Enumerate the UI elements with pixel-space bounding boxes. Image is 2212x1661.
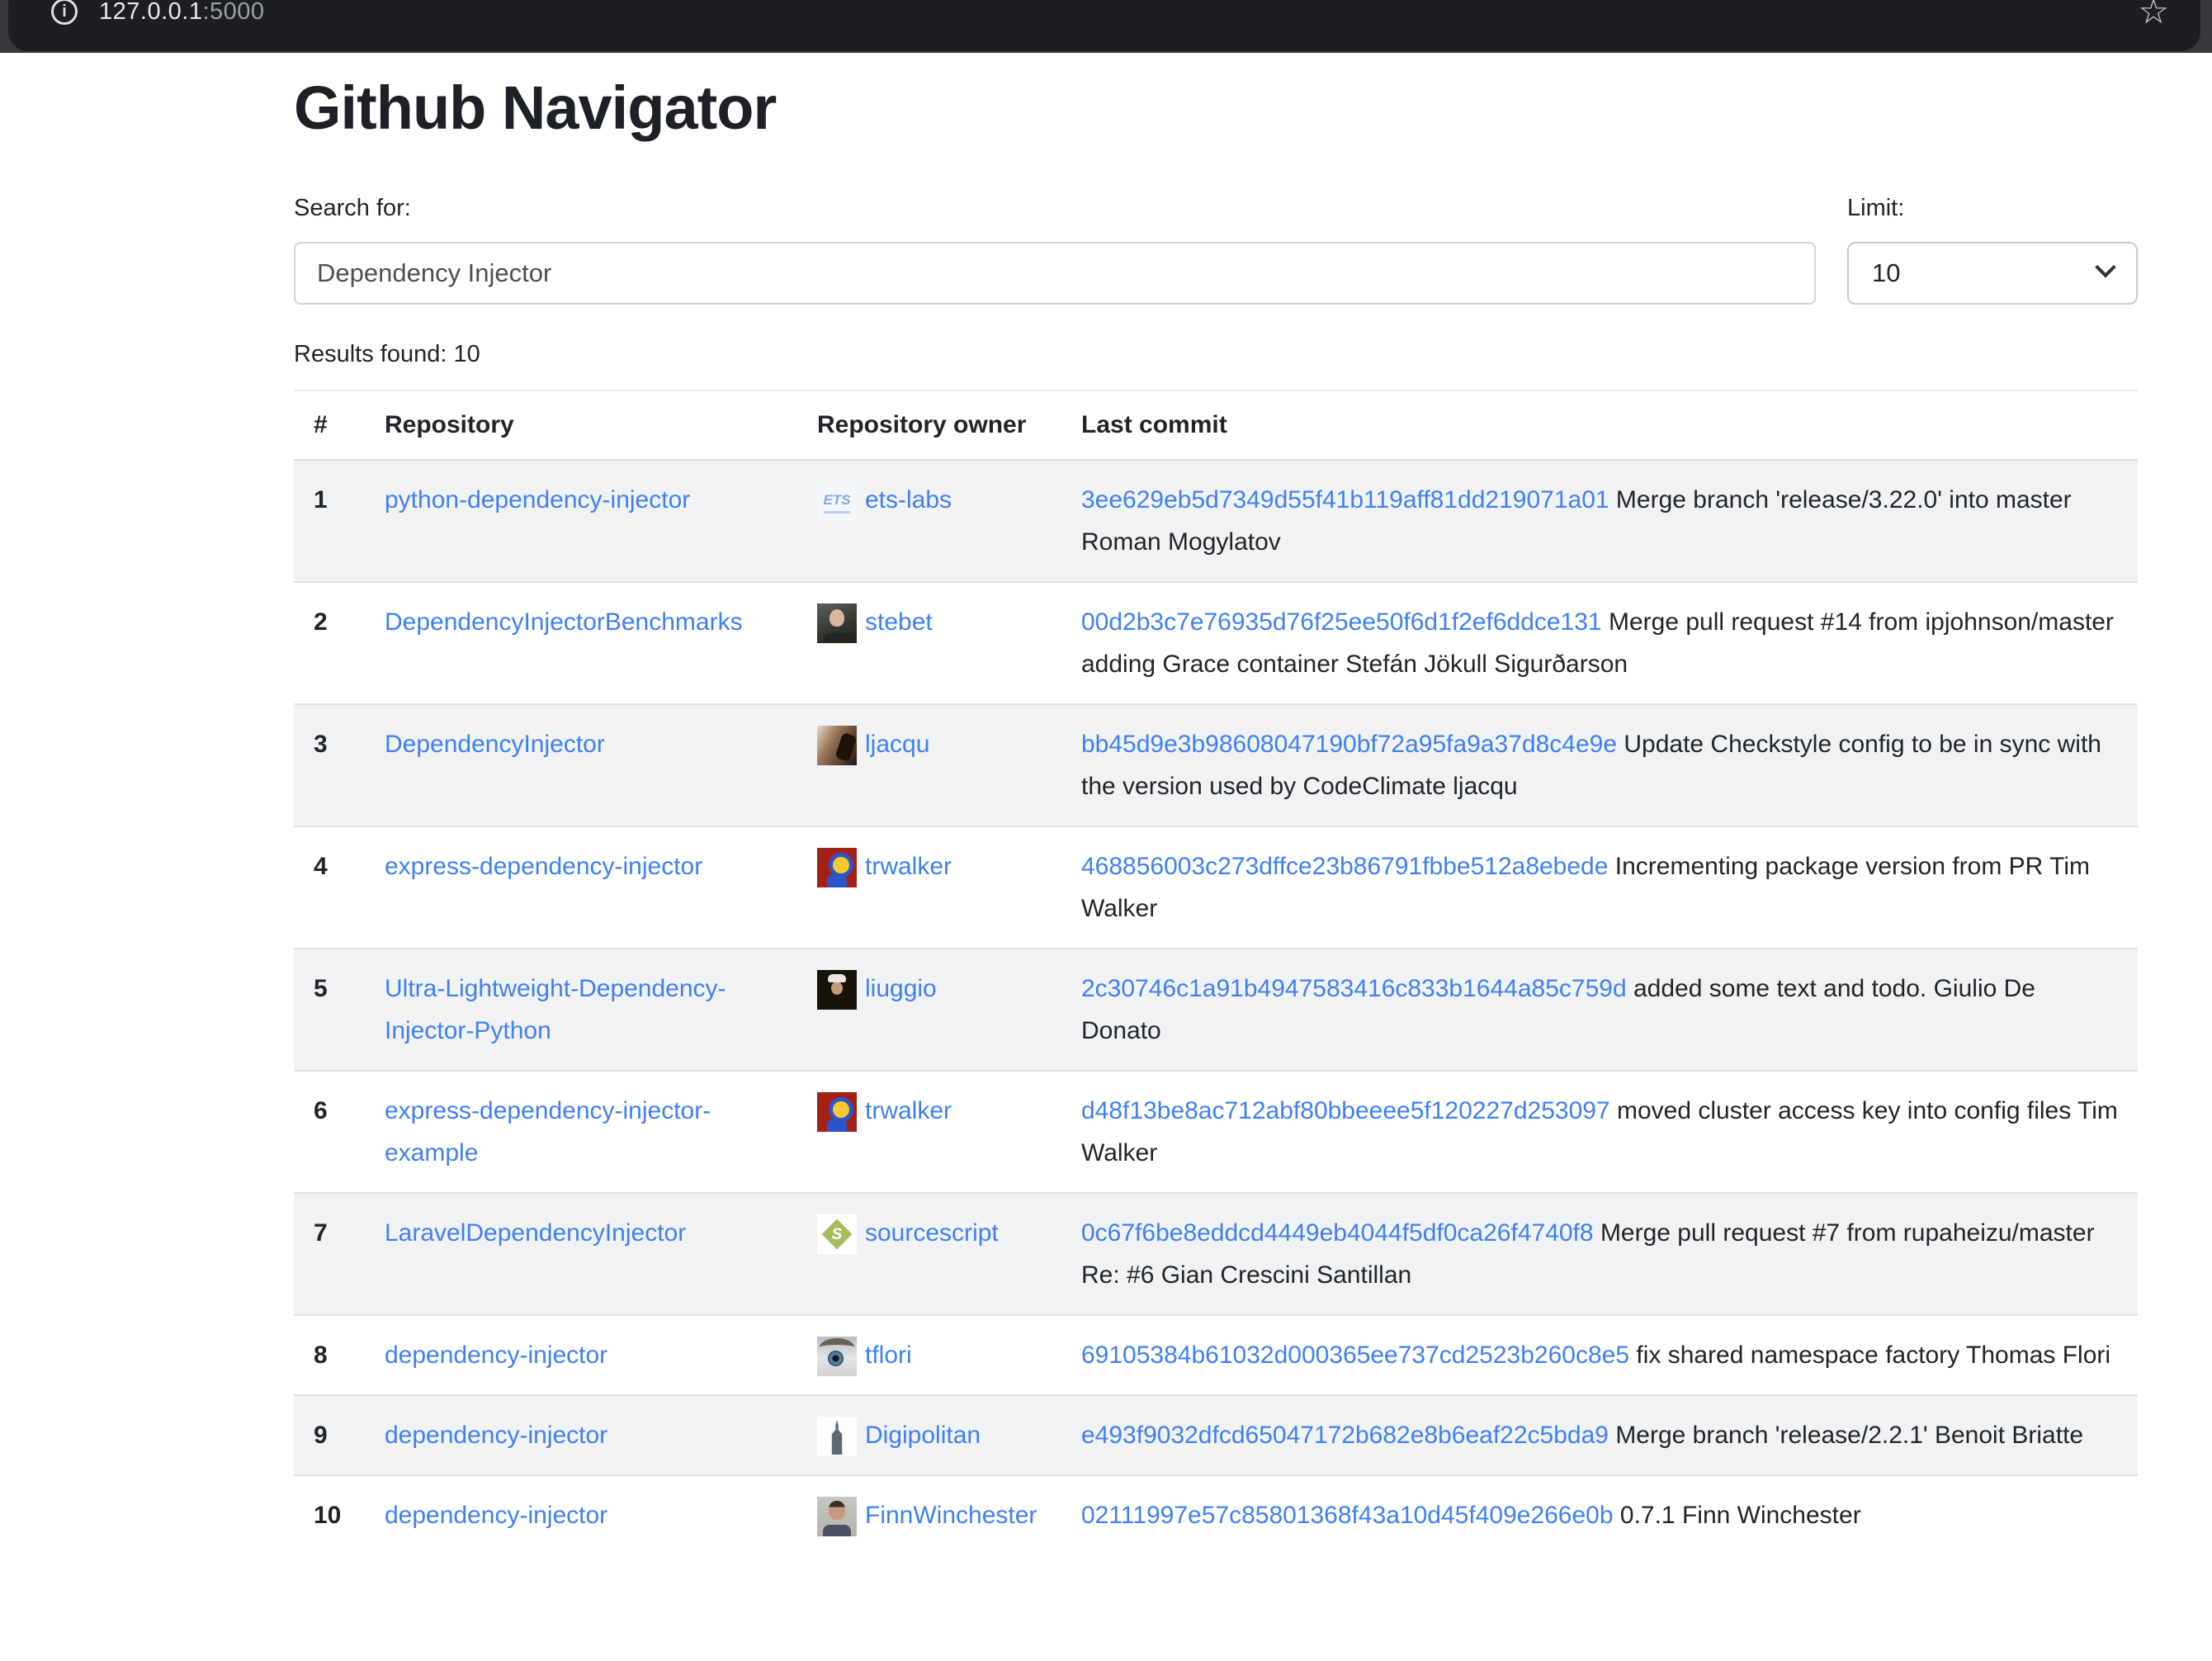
stebet-avatar (817, 603, 857, 643)
ljacqu-avatar (817, 726, 857, 765)
commit-hash-link[interactable]: 69105384b61032d000365ee737cd2523b260c8e5 (1081, 1342, 1629, 1369)
results-table-body: 1 python-dependency-injector ETS ets-labs… (294, 460, 2138, 1555)
etslabs-avatar: ETS (817, 481, 857, 521)
trwalker-avatar (817, 848, 857, 887)
browser-topbar: i 127.0.0.1:5000 ☆ (0, 0, 2212, 53)
owner-link[interactable]: trwalker (865, 1097, 952, 1124)
commit-message: 0.7.1 Finn Winchester (1620, 1502, 1861, 1529)
row-number: 8 (294, 1315, 365, 1395)
commit-hash-link[interactable]: e493f9032dfcd65047172b682e8b6eaf22c5bda9 (1081, 1422, 1609, 1449)
row-number: 1 (294, 460, 365, 582)
column-header-owner: Repository owner (797, 390, 1061, 460)
tflori-avatar (817, 1337, 857, 1376)
owner-link[interactable]: sourcescript (865, 1219, 999, 1247)
repo-link[interactable]: DependencyInjectorBenchmarks (385, 608, 743, 636)
row-number: 9 (294, 1395, 365, 1475)
repo-link[interactable]: dependency-injector (385, 1422, 607, 1449)
sourcescript-avatar: S (817, 1214, 857, 1254)
commit-hash-link[interactable]: 02111997e57c85801368f43a10d45f409e266e0b (1081, 1502, 1614, 1529)
page-container: Github Navigator Search for: Limit: 10 R… (294, 53, 2138, 1555)
commit-hash-link[interactable]: d48f13be8ac712abf80bbeeee5f120227d253097 (1081, 1097, 1610, 1124)
owner-link[interactable]: tflori (865, 1342, 912, 1369)
owner-avatar-label: ETS (823, 481, 850, 521)
address-url[interactable]: 127.0.0.1:5000 (99, 0, 265, 26)
commit-hash-link[interactable]: 0c67f6be8eddcd4449eb4044f5df0ca26f4740f8 (1081, 1219, 1594, 1247)
column-header-num: # (294, 390, 365, 460)
results-table: # Repository Repository owner Last commi… (294, 390, 2138, 1555)
site-info-icon[interactable]: i (51, 0, 78, 25)
page-title: Github Navigator (294, 78, 2138, 139)
repo-link[interactable]: python-dependency-injector (385, 486, 690, 513)
row-number: 2 (294, 582, 365, 704)
table-row: 4 express-dependency-injector trwalker 4… (294, 826, 2138, 949)
table-row: 2 DependencyInjectorBenchmarks stebet 00… (294, 582, 2138, 704)
finnwinchester-avatar (817, 1497, 857, 1536)
table-row: 5 Ultra-Lightweight-Dependency-Injector-… (294, 949, 2138, 1071)
trwalker-avatar (817, 1092, 857, 1132)
table-row: 9 dependency-injector Digipolitan e493f9… (294, 1395, 2138, 1475)
limit-select[interactable]: 10 (1847, 242, 2138, 305)
owner-link[interactable]: trwalker (865, 853, 952, 880)
owner-link[interactable]: ets-labs (865, 486, 952, 513)
search-controls: Search for: Limit: 10 (294, 192, 2138, 305)
results-summary: Results found: 10 (294, 341, 2138, 368)
row-number: 5 (294, 949, 365, 1071)
commit-message: Merge branch 'release/2.2.1' Benoit Bria… (1615, 1422, 2083, 1449)
repo-link[interactable]: DependencyInjector (385, 731, 605, 758)
search-label: Search for: (294, 192, 1816, 225)
row-number: 10 (294, 1475, 365, 1555)
repo-link[interactable]: LaravelDependencyInjector (385, 1219, 686, 1247)
commit-hash-link[interactable]: 2c30746c1a91b4947583416c833b1644a85c759d (1081, 975, 1627, 1002)
owner-link[interactable]: stebet (865, 608, 933, 636)
owner-link[interactable]: liuggio (865, 975, 937, 1002)
table-row: 7 LaravelDependencyInjector Ssourcescrip… (294, 1193, 2138, 1315)
repo-link[interactable]: express-dependency-injector (385, 853, 702, 880)
bookmark-star-icon[interactable]: ☆ (2138, 0, 2169, 33)
row-number: 7 (294, 1193, 365, 1315)
repo-link[interactable]: express-dependency-injector-example (385, 1097, 711, 1166)
url-port: :5000 (202, 0, 264, 25)
row-number: 3 (294, 704, 365, 826)
owner-link[interactable]: Digipolitan (865, 1422, 981, 1449)
address-bar[interactable]: i 127.0.0.1:5000 ☆ (8, 0, 2200, 51)
table-row: 10 dependency-injector FinnWinchester 02… (294, 1475, 2138, 1555)
table-row: 1 python-dependency-injector ETS ets-labs… (294, 460, 2138, 582)
table-row: 3 DependencyInjector ljacqu bb45d9e3b986… (294, 704, 2138, 826)
column-header-repository: Repository (365, 390, 797, 460)
repo-link[interactable]: dependency-injector (385, 1342, 607, 1369)
limit-label: Limit: (1847, 192, 2138, 225)
commit-hash-link[interactable]: bb45d9e3b98608047190bf72a95fa9a37d8c4e9e (1081, 731, 1617, 758)
row-number: 6 (294, 1071, 365, 1193)
column-header-last-commit: Last commit (1061, 390, 2138, 460)
limit-column: Limit: 10 (1847, 192, 2138, 305)
digipolitan-avatar (817, 1417, 857, 1456)
table-row: 6 express-dependency-injector-example tr… (294, 1071, 2138, 1193)
chevron-down-icon (2095, 257, 2115, 277)
search-column: Search for: (294, 192, 1816, 305)
table-header-row: # Repository Repository owner Last commi… (294, 390, 2138, 460)
owner-link[interactable]: FinnWinchester (865, 1502, 1037, 1529)
limit-selected-value: 10 (1872, 258, 1900, 288)
commit-hash-link[interactable]: 00d2b3c7e76935d76f25ee50f6d1f2ef6ddce131 (1081, 608, 1602, 636)
search-input[interactable] (294, 242, 1816, 305)
table-row: 8 dependency-injector tflori 69105384b61… (294, 1315, 2138, 1395)
commit-hash-link[interactable]: 3ee629eb5d7349d55f41b119aff81dd219071a01 (1081, 486, 1609, 513)
commit-hash-link[interactable]: 468856003c273dffce23b86791fbbe512a8ebede (1081, 853, 1608, 880)
owner-avatar-label: S (832, 1214, 843, 1254)
owner-link[interactable]: ljacqu (865, 731, 929, 758)
repo-link[interactable]: Ultra-Lightweight-Dependency-Injector-Py… (385, 975, 726, 1044)
commit-message: fix shared namespace factory Thomas Flor… (1636, 1342, 2110, 1369)
row-number: 4 (294, 826, 365, 949)
url-host: 127.0.0.1 (99, 0, 202, 25)
repo-link[interactable]: dependency-injector (385, 1502, 607, 1529)
liuggio-avatar (817, 970, 857, 1010)
